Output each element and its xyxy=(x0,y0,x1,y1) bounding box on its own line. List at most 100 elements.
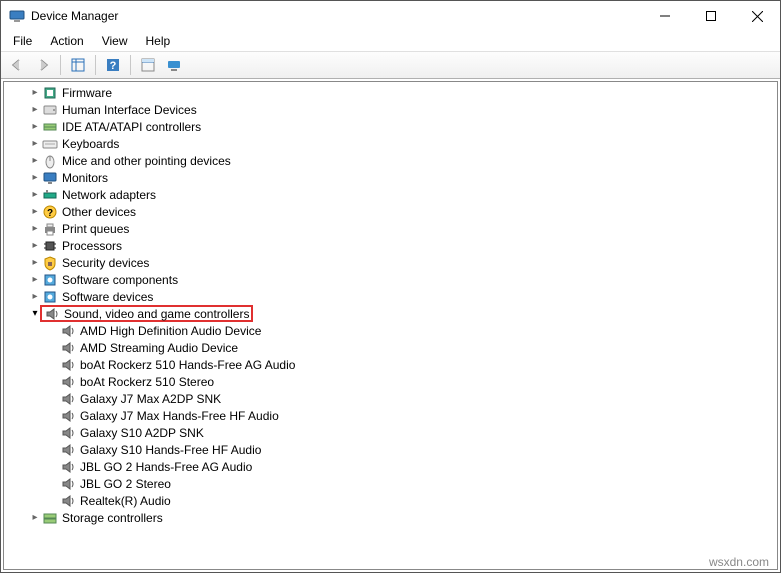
category-label: Keyboards xyxy=(62,137,119,151)
device-label: Realtek(R) Audio xyxy=(80,494,171,508)
device-label: AMD High Definition Audio Device xyxy=(80,324,261,338)
sound-icon xyxy=(60,340,76,356)
category-label: Print queues xyxy=(62,222,129,236)
show-hide-tree-button[interactable] xyxy=(66,53,90,77)
device-label: Galaxy J7 Max Hands-Free HF Audio xyxy=(80,409,279,423)
firmware-icon xyxy=(42,85,58,101)
toolbar-separator xyxy=(95,55,96,75)
minimize-button[interactable] xyxy=(642,1,688,31)
category-label: Monitors xyxy=(62,171,108,185)
tree-device[interactable]: boAt Rockerz 510 Stereo xyxy=(10,373,777,390)
tree-category[interactable]: ▸ Software devices xyxy=(10,288,777,305)
sound-icon xyxy=(44,306,60,322)
expand-icon[interactable]: ▸ xyxy=(28,512,42,523)
properties-button[interactable] xyxy=(136,53,160,77)
menu-view[interactable]: View xyxy=(94,32,136,50)
component-icon xyxy=(42,272,58,288)
tree-category[interactable]: ▸ Software components xyxy=(10,271,777,288)
help-button[interactable]: ? xyxy=(101,53,125,77)
sound-icon xyxy=(60,408,76,424)
sound-icon xyxy=(60,374,76,390)
sound-icon xyxy=(60,425,76,441)
menu-bar: File Action View Help xyxy=(1,31,780,51)
window-title: Device Manager xyxy=(31,9,118,23)
expand-icon[interactable]: ▸ xyxy=(28,223,42,234)
device-label: AMD Streaming Audio Device xyxy=(80,341,238,355)
tree-device[interactable]: Galaxy J7 Max A2DP SNK xyxy=(10,390,777,407)
expand-icon[interactable]: ▸ xyxy=(28,240,42,251)
category-label: IDE ATA/ATAPI controllers xyxy=(62,120,201,134)
menu-action[interactable]: Action xyxy=(42,32,91,50)
app-icon xyxy=(9,8,25,24)
category-label: Processors xyxy=(62,239,122,253)
svg-text:?: ? xyxy=(47,208,53,219)
content-area: ▸Firmware▸Human Interface Devices▸IDE AT… xyxy=(3,81,778,570)
menu-help[interactable]: Help xyxy=(138,32,179,50)
security-icon xyxy=(42,255,58,271)
storage-icon xyxy=(42,510,58,526)
menu-file[interactable]: File xyxy=(5,32,40,50)
category-label: Mice and other pointing devices xyxy=(62,154,231,168)
tree-device[interactable]: Galaxy S10 A2DP SNK xyxy=(10,424,777,441)
expand-icon[interactable]: ▸ xyxy=(28,172,42,183)
sound-icon xyxy=(60,323,76,339)
tree-device[interactable]: JBL GO 2 Hands-Free AG Audio xyxy=(10,458,777,475)
sound-icon xyxy=(60,442,76,458)
sound-icon xyxy=(60,357,76,373)
device-label: JBL GO 2 Hands-Free AG Audio xyxy=(80,460,252,474)
tree-device[interactable]: JBL GO 2 Stereo xyxy=(10,475,777,492)
device-tree[interactable]: ▸Firmware▸Human Interface Devices▸IDE AT… xyxy=(4,82,777,569)
expand-icon[interactable]: ▸ xyxy=(28,291,42,302)
category-label: Software devices xyxy=(62,290,153,304)
toolbar-separator xyxy=(130,55,131,75)
tree-category[interactable]: ▸?Other devices xyxy=(10,203,777,220)
tree-category[interactable]: ▸ Processors xyxy=(10,237,777,254)
tree-device[interactable]: AMD High Definition Audio Device xyxy=(10,322,777,339)
close-button[interactable] xyxy=(734,1,780,31)
expand-icon[interactable]: ▸ xyxy=(28,87,42,98)
expand-icon[interactable]: ▸ xyxy=(28,189,42,200)
tree-device[interactable]: Galaxy S10 Hands-Free HF Audio xyxy=(10,441,777,458)
expand-icon[interactable]: ▸ xyxy=(28,206,42,217)
tree-category[interactable]: ▸Firmware xyxy=(10,84,777,101)
tree-category[interactable]: ▸ Storage controllers xyxy=(10,509,777,526)
device-label: boAt Rockerz 510 Hands-Free AG Audio xyxy=(80,358,295,372)
expand-icon[interactable]: ▸ xyxy=(28,274,42,285)
tree-category[interactable]: ▸ Keyboards xyxy=(10,135,777,152)
tree-category[interactable]: ▸ Monitors xyxy=(10,169,777,186)
tree-category[interactable]: ▸Human Interface Devices xyxy=(10,101,777,118)
sound-icon xyxy=(60,459,76,475)
cpu-icon xyxy=(42,238,58,254)
device-label: JBL GO 2 Stereo xyxy=(80,477,171,491)
maximize-button[interactable] xyxy=(688,1,734,31)
network-icon xyxy=(42,187,58,203)
tree-category[interactable]: ▸ IDE ATA/ATAPI controllers xyxy=(10,118,777,135)
expand-icon[interactable]: ▸ xyxy=(28,257,42,268)
tree-category[interactable]: ▸Security devices xyxy=(10,254,777,271)
expand-icon[interactable]: ▸ xyxy=(28,155,42,166)
tree-device[interactable]: Realtek(R) Audio xyxy=(10,492,777,509)
ide-icon xyxy=(42,119,58,135)
scan-hardware-button[interactable] xyxy=(162,53,186,77)
expand-icon[interactable]: ▸ xyxy=(28,138,42,149)
title-bar[interactable]: Device Manager xyxy=(1,1,780,31)
tree-device[interactable]: boAt Rockerz 510 Hands-Free AG Audio xyxy=(10,356,777,373)
other-icon: ? xyxy=(42,204,58,220)
tree-category[interactable]: ▸ Print queues xyxy=(10,220,777,237)
hid-icon xyxy=(42,102,58,118)
tree-category[interactable]: ▾Sound, video and game controllers xyxy=(10,305,777,322)
category-label: Software components xyxy=(62,273,178,287)
forward-button[interactable] xyxy=(31,53,55,77)
back-button[interactable] xyxy=(5,53,29,77)
category-label: Storage controllers xyxy=(62,511,163,525)
expand-icon[interactable]: ▸ xyxy=(28,104,42,115)
expand-icon[interactable]: ▸ xyxy=(28,121,42,132)
toolbar: ? xyxy=(1,51,780,79)
tree-category[interactable]: ▸ Mice and other pointing devices xyxy=(10,152,777,169)
sound-icon xyxy=(60,391,76,407)
category-label: Sound, video and game controllers xyxy=(64,307,249,321)
tree-category[interactable]: ▸Network adapters xyxy=(10,186,777,203)
tree-device[interactable]: Galaxy J7 Max Hands-Free HF Audio xyxy=(10,407,777,424)
device-label: boAt Rockerz 510 Stereo xyxy=(80,375,214,389)
tree-device[interactable]: AMD Streaming Audio Device xyxy=(10,339,777,356)
